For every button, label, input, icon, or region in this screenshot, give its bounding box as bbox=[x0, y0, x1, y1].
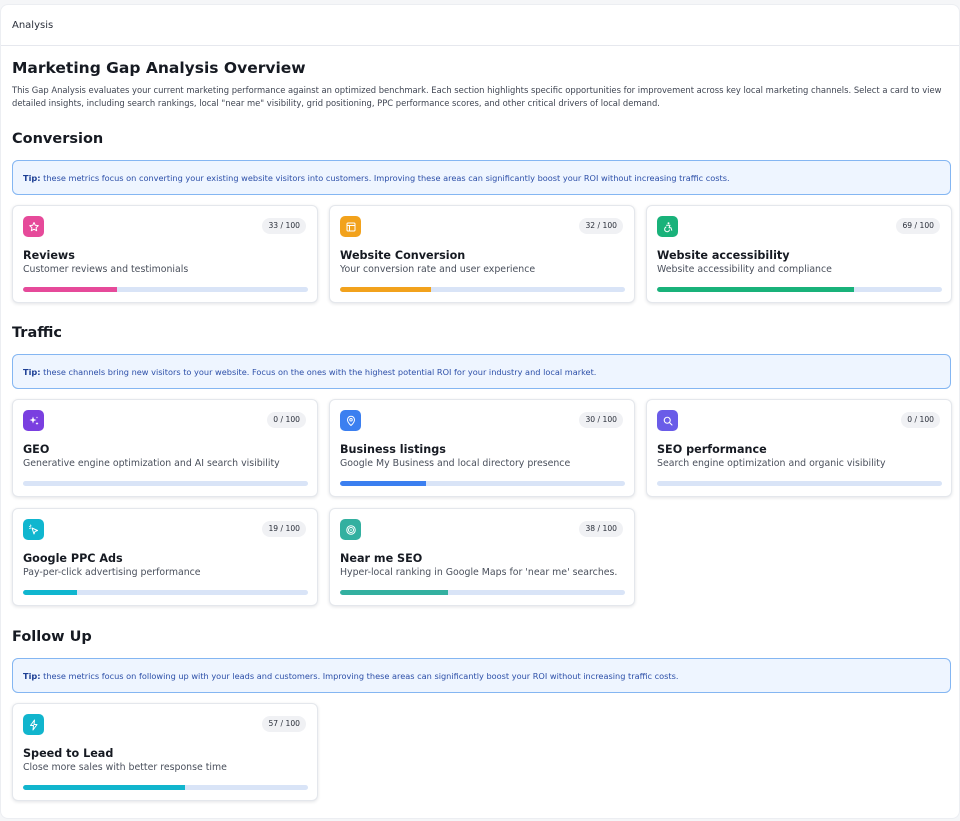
tip-label: Tip: bbox=[23, 367, 41, 377]
card-seo-performance[interactable]: 0 / 100 SEO performance Search engine opti… bbox=[646, 399, 952, 497]
score-badge: 38 / 100 bbox=[579, 521, 623, 537]
card-icon-box bbox=[657, 410, 678, 431]
map-pin-icon bbox=[346, 415, 355, 426]
progress-bar bbox=[340, 481, 625, 486]
score-badge: 33 / 100 bbox=[262, 218, 306, 234]
card-icon-box bbox=[657, 216, 678, 237]
progress-bar bbox=[340, 287, 625, 292]
card-subtitle: Pay-per-click advertising performance bbox=[23, 567, 201, 578]
progress-bar bbox=[23, 481, 308, 486]
card-reviews[interactable]: 33 / 100 Reviews Customer reviews and test… bbox=[12, 205, 318, 303]
card-icon-box bbox=[340, 519, 361, 540]
section-title-follow-up: Follow Up bbox=[12, 629, 92, 645]
progress-bar-fill bbox=[340, 590, 449, 595]
progress-bar bbox=[657, 287, 942, 292]
tip-label: Tip: bbox=[23, 671, 41, 681]
card-subtitle: Website accessibility and compliance bbox=[657, 264, 832, 275]
card-grid-follow-up: 57 / 100 Speed to Lead Close more sales wi… bbox=[12, 703, 960, 801]
card-icon-box bbox=[23, 714, 44, 735]
tip-conversion: Tip: these metrics focus on converting y… bbox=[12, 160, 951, 195]
progress-bar-fill bbox=[23, 590, 78, 595]
header-title: Analysis bbox=[12, 20, 54, 31]
progress-bar bbox=[657, 481, 942, 486]
cursor-click-icon bbox=[28, 524, 38, 534]
score-badge: 69 / 100 bbox=[896, 218, 940, 234]
card-title: Website accessibility bbox=[657, 249, 790, 262]
sparkles-icon bbox=[29, 416, 38, 425]
progress-bar-fill bbox=[23, 785, 186, 790]
card-grid-conversion: 33 / 100 Reviews Customer reviews and test… bbox=[12, 205, 960, 303]
page-description: This Gap Analysis evaluates your current… bbox=[12, 85, 942, 108]
card-subtitle: Customer reviews and testimonials bbox=[23, 264, 189, 275]
card-subtitle: Google My Business and local directory p… bbox=[340, 458, 571, 469]
progress-bar bbox=[23, 287, 308, 292]
card-subtitle: Generative engine optimization and AI se… bbox=[23, 458, 280, 469]
chevron-left-icon[interactable]: ‹ bbox=[0, 250, 7, 264]
card-icon-box bbox=[23, 519, 44, 540]
star-icon bbox=[28, 221, 39, 231]
card-website-conversion[interactable]: 32 / 100 Website Conversion Your conversio… bbox=[329, 205, 635, 303]
tip-follow-up: Tip: these metrics focus on following up… bbox=[12, 658, 951, 693]
progress-bar-fill bbox=[340, 481, 426, 486]
card-title: Speed to Lead bbox=[23, 747, 114, 760]
target-icon bbox=[345, 524, 356, 535]
card-near-me-seo[interactable]: 38 / 100 Near me SEO Hyper-local ranking i… bbox=[329, 508, 635, 606]
card-title: GEO bbox=[23, 443, 50, 456]
card-subtitle: Hyper-local ranking in Google Maps for '… bbox=[340, 567, 618, 578]
progress-bar bbox=[23, 590, 308, 595]
card-subtitle: Search engine optimization and organic v… bbox=[657, 458, 886, 469]
card-icon-box bbox=[23, 216, 44, 237]
card-grid-traffic: 0 / 100 GEO Generative engine optimization… bbox=[12, 399, 960, 606]
progress-bar-fill bbox=[657, 287, 854, 292]
score-badge: 0 / 100 bbox=[267, 412, 306, 428]
card-icon-box bbox=[340, 410, 361, 431]
page-title: Marketing Gap Analysis Overview bbox=[12, 59, 306, 77]
card-title: Website Conversion bbox=[340, 249, 466, 262]
layout-icon bbox=[346, 222, 355, 231]
lightning-icon bbox=[29, 719, 37, 730]
score-badge: 0 / 100 bbox=[901, 412, 940, 428]
tip-label: Tip: bbox=[23, 173, 41, 183]
card-google-ppc-ads[interactable]: 19 / 100 Google PPC Ads Pay-per-click adve… bbox=[12, 508, 318, 606]
card-title: Business listings bbox=[340, 443, 446, 456]
card-icon-box bbox=[23, 410, 44, 431]
section-title-conversion: Conversion bbox=[12, 131, 104, 147]
tip-text: these metrics focus on following up with… bbox=[40, 671, 679, 681]
progress-bar-fill bbox=[340, 287, 432, 292]
progress-bar bbox=[340, 590, 625, 595]
app-frame: Analysis Marketing Gap Analysis Overview… bbox=[0, 4, 960, 819]
progress-bar bbox=[23, 785, 308, 790]
card-subtitle: Close more sales with better response ti… bbox=[23, 762, 227, 773]
header-bar: Analysis bbox=[1, 5, 959, 46]
card-business-listings[interactable]: 30 / 100 Business listings Google My Busin… bbox=[329, 399, 635, 497]
accessibility-icon bbox=[663, 221, 672, 232]
card-title: SEO performance bbox=[657, 443, 767, 456]
score-badge: 19 / 100 bbox=[262, 521, 306, 537]
score-badge: 57 / 100 bbox=[262, 716, 306, 732]
card-icon-box bbox=[340, 216, 361, 237]
card-subtitle: Your conversion rate and user experience bbox=[340, 264, 536, 275]
score-badge: 32 / 100 bbox=[579, 218, 623, 234]
score-badge: 30 / 100 bbox=[579, 412, 623, 428]
tip-text: these metrics focus on converting your e… bbox=[40, 173, 730, 183]
section-title-traffic: Traffic bbox=[12, 325, 62, 341]
progress-bar-fill bbox=[23, 287, 118, 292]
tip-traffic: Tip: these channels bring new visitors t… bbox=[12, 354, 951, 389]
tip-text: these channels bring new visitors to you… bbox=[40, 367, 597, 377]
card-title: Near me SEO bbox=[340, 552, 423, 565]
card-geo[interactable]: 0 / 100 GEO Generative engine optimization… bbox=[12, 399, 318, 497]
card-website-accessibility[interactable]: 69 / 100 Website accessibility Website acc… bbox=[646, 205, 952, 303]
card-title: Google PPC Ads bbox=[23, 552, 123, 565]
card-title: Reviews bbox=[23, 249, 75, 262]
card-speed-to-lead[interactable]: 57 / 100 Speed to Lead Close more sales wi… bbox=[12, 703, 318, 801]
main-content: Marketing Gap Analysis Overview This Gap… bbox=[1, 58, 959, 801]
search-icon bbox=[663, 416, 673, 426]
